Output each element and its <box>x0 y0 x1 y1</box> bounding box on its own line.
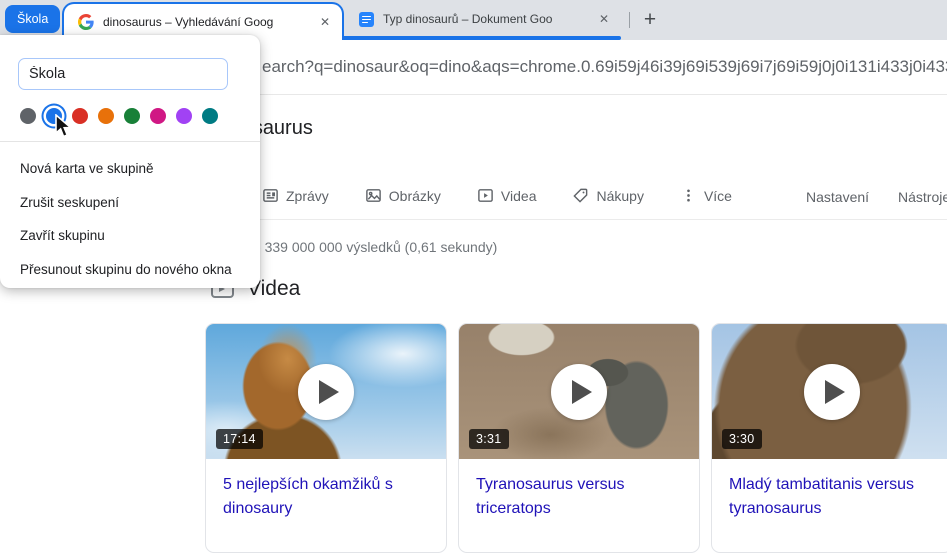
nav-item-shopping[interactable]: Nákupy <box>572 187 644 204</box>
menu-divider <box>0 141 260 142</box>
nav-item-news[interactable]: Zprávy <box>262 187 329 204</box>
shopping-tag-icon <box>573 188 588 203</box>
video-title-link[interactable]: 5 nejlepších okamžiků s dinosaury <box>206 459 446 521</box>
menu-item-ungroup[interactable]: Zrušit seskupení <box>0 186 260 220</box>
search-nav-row: Zprávy Obrázky Videa Nákupy Více <box>262 187 732 204</box>
address-bar-url[interactable]: earch?q=dinosaur&oq=dino&aqs=chrome.0.69… <box>262 40 947 94</box>
tab-title: Typ dinosaurů – Dokument Goo <box>383 12 553 26</box>
tab-group-chip[interactable]: Škola <box>5 5 61 33</box>
mouse-cursor <box>55 114 73 138</box>
play-icon[interactable] <box>804 363 860 420</box>
video-card[interactable]: 17:14 5 nejlepších okamžiků s dinosaury <box>205 323 447 553</box>
video-cards-row: 17:14 5 nejlepších okamžiků s dinosaury … <box>205 323 947 553</box>
video-card[interactable]: 3:31 Tyranosaurus versus triceratops <box>458 323 700 553</box>
nav-item-more[interactable]: Více <box>680 187 732 204</box>
tab-group-label: Škola <box>17 12 49 26</box>
nav-label: Zprávy <box>286 187 329 204</box>
news-icon <box>263 189 278 202</box>
duration-badge: 3:30 <box>722 429 762 449</box>
video-card[interactable]: 3:30 Mladý tambatitanis versus tyranosau… <box>711 323 947 553</box>
video-thumbnail[interactable]: 3:30 <box>712 324 947 459</box>
duration-badge: 17:14 <box>216 429 263 449</box>
tab-title: dinosaurus – Vyhledávání Goog <box>103 15 274 29</box>
nav-label: Videa <box>500 187 537 204</box>
nav-item-settings[interactable]: Nastavení <box>806 189 869 205</box>
nav-label: Obrázky <box>388 187 441 204</box>
color-swatch-orange[interactable] <box>98 108 114 124</box>
video-thumbnail[interactable]: 3:31 <box>459 324 699 459</box>
video-title-link[interactable]: Mladý tambatitanis versus tyranosaurus <box>712 459 947 521</box>
videos-icon <box>478 189 493 202</box>
color-swatch-green[interactable] <box>124 108 140 124</box>
nav-item-tools[interactable]: Nástroje <box>898 189 947 205</box>
tab-group-menu: Nová karta ve skupině Zrušit seskupení Z… <box>0 35 260 288</box>
nav-label: Nákupy <box>596 187 644 204</box>
menu-item-new-tab-in-group[interactable]: Nová karta ve skupině <box>0 152 260 186</box>
close-tab-icon[interactable]: ✕ <box>595 10 613 28</box>
color-swatch-purple[interactable] <box>176 108 192 124</box>
group-name-input[interactable] <box>18 58 228 90</box>
nav-label: Více <box>703 187 732 204</box>
images-icon <box>365 189 381 202</box>
video-thumbnail[interactable]: 17:14 <box>206 324 446 459</box>
google-g-icon <box>78 14 94 30</box>
nav-item-images[interactable]: Obrázky <box>365 187 441 204</box>
color-swatch-grey[interactable] <box>20 108 36 124</box>
tab-strip: Škola dinosaurus – Vyhledávání Goog ✕ Ty… <box>0 0 947 40</box>
duration-badge: 3:31 <box>469 429 509 449</box>
new-tab-button[interactable]: + <box>638 8 662 32</box>
tab-strip-separator <box>629 12 630 28</box>
more-dots-icon <box>687 189 690 202</box>
play-icon[interactable] <box>551 363 607 420</box>
play-icon[interactable] <box>298 363 354 420</box>
group-menu-items: Nová karta ve skupině Zrušit seskupení Z… <box>0 152 260 286</box>
close-tab-icon[interactable]: ✕ <box>316 13 334 31</box>
video-title-link[interactable]: Tyranosaurus versus triceratops <box>459 459 699 521</box>
tab-google-docs[interactable]: Typ dinosaurů – Dokument Goo ✕ <box>345 2 621 36</box>
menu-item-move-group-to-new-window[interactable]: Přesunout skupinu do nového okna <box>0 253 260 287</box>
menu-item-close-group[interactable]: Zavřít skupinu <box>0 219 260 253</box>
nav-item-videos[interactable]: Videa <box>477 187 537 204</box>
color-swatch-cyan[interactable] <box>202 108 218 124</box>
google-docs-icon <box>359 11 374 27</box>
color-swatch-pink[interactable] <box>150 108 166 124</box>
